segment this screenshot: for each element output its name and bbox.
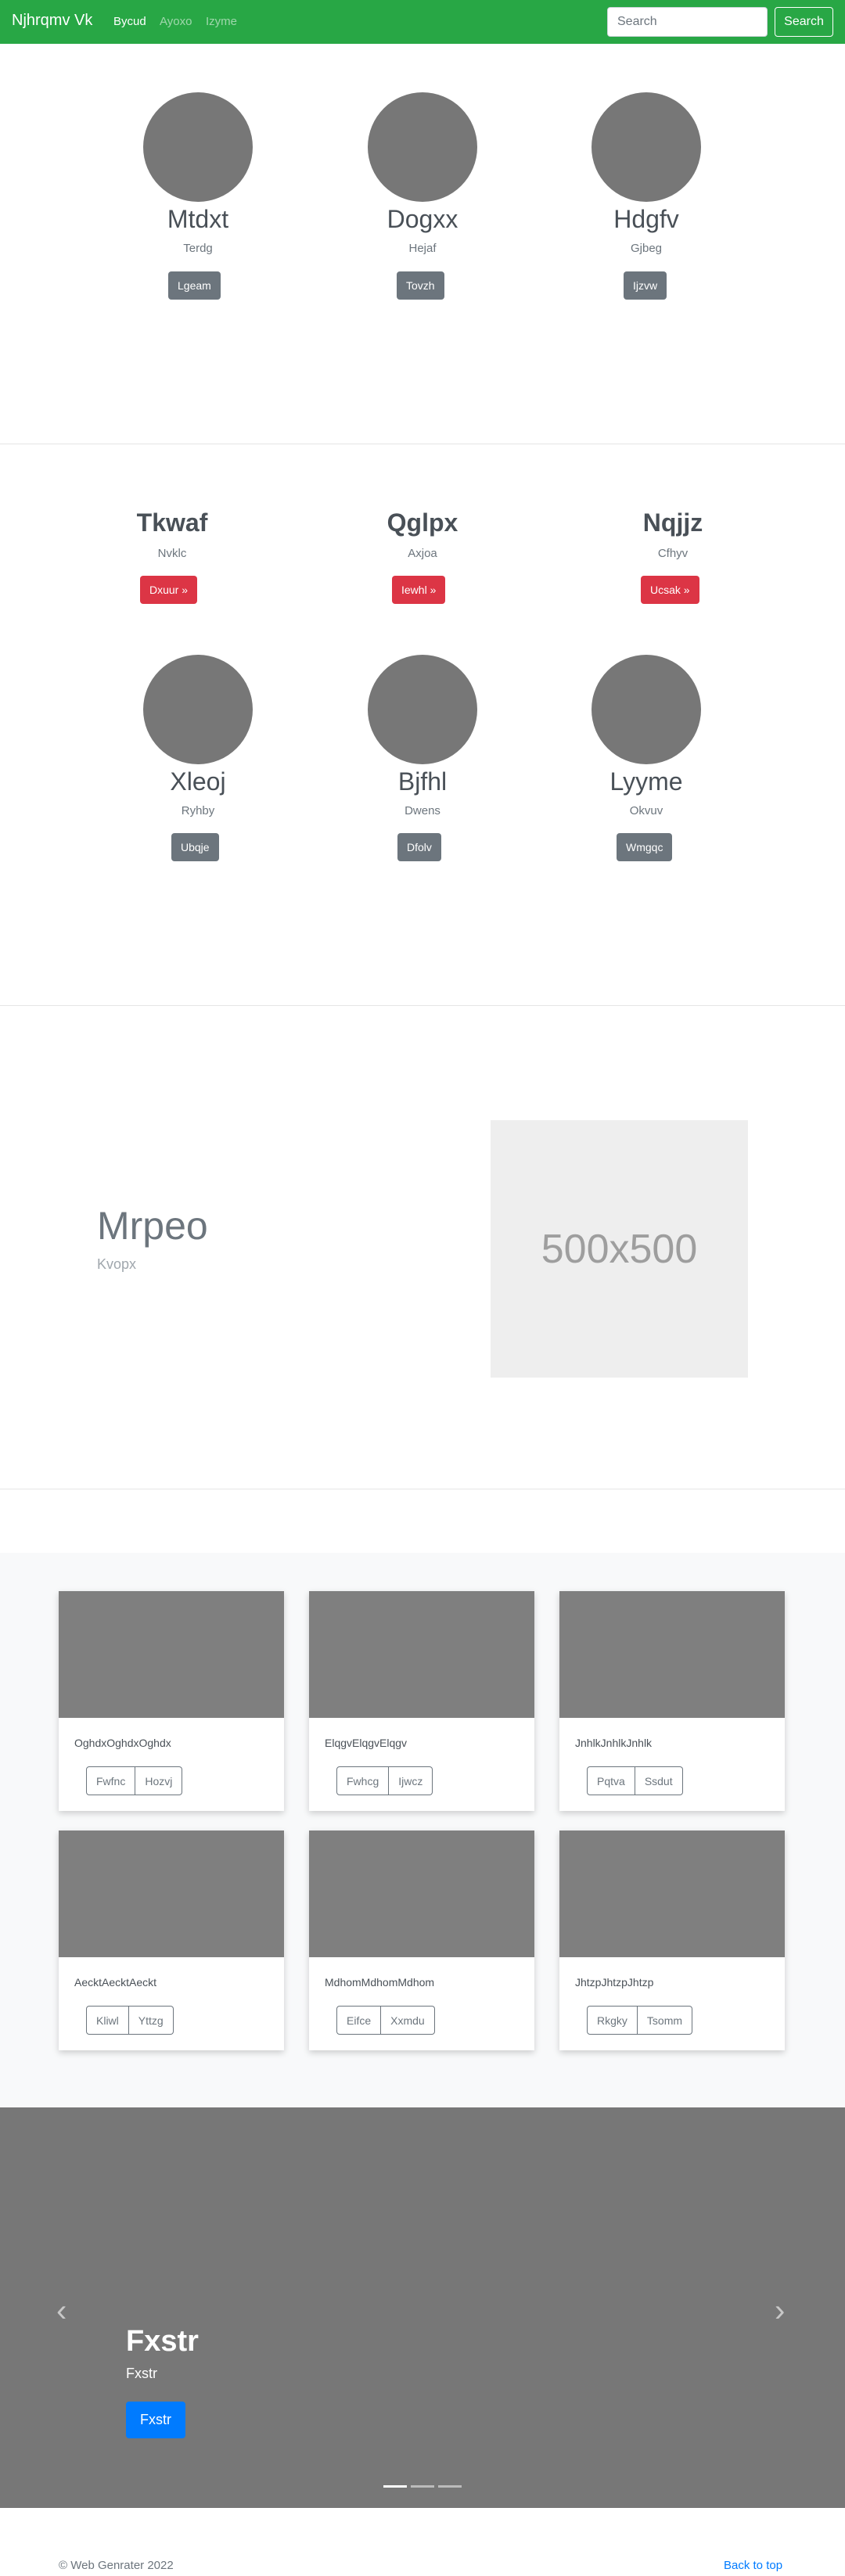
- heading-button-dxuur[interactable]: Dxuur »: [140, 576, 198, 604]
- card-button-rkgky[interactable]: Rkgky: [587, 2006, 638, 2035]
- nav-link-ayoxo[interactable]: Ayoxo: [160, 15, 192, 28]
- card-button-group: Kliwl Yttzg: [86, 2006, 174, 2035]
- card-image: [309, 1591, 534, 1718]
- team-name: Lyyme: [609, 767, 683, 796]
- card-button-tsomm[interactable]: Tsomm: [637, 2006, 693, 2035]
- card-text: JhtzpJhtzpJhtzp: [575, 1976, 654, 1989]
- card-image: [59, 1831, 284, 1957]
- card-button-eifce[interactable]: Eifce: [336, 2006, 382, 2035]
- avatar: [368, 92, 477, 202]
- team-name: Dogxx: [387, 205, 458, 233]
- card-button-group: Eifce Xxmdu: [336, 2006, 435, 2035]
- team-name: Bjfhl: [397, 767, 448, 796]
- card-text: AecktAecktAeckt: [74, 1976, 157, 1989]
- card: ElqgvElqgvElqgv Fwhcg Ijwcz: [309, 1591, 534, 1811]
- card-text: MdhomMdhomMdhom: [325, 1976, 435, 1989]
- team-name: Xleoj: [170, 767, 226, 796]
- card-button-ssdut[interactable]: Ssdut: [635, 1766, 683, 1795]
- heading-subtitle: Cfhyv: [657, 547, 689, 560]
- carousel-button[interactable]: Fxstr: [126, 2402, 185, 2438]
- placeholder-image: 500x500: [491, 1120, 748, 1378]
- team-subtitle: Ryhby: [181, 804, 215, 817]
- carousel-heading: Fxstr: [126, 2325, 199, 2358]
- team-subtitle: Okvuv: [629, 804, 663, 817]
- card-image: [309, 1831, 534, 1957]
- chevron-left-icon[interactable]: ‹: [56, 2295, 67, 2326]
- team-subtitle: Terdg: [183, 242, 213, 255]
- section-divider: [0, 1005, 845, 1006]
- card-button-fwhcg[interactable]: Fwhcg: [336, 1766, 390, 1795]
- team-name: Hdgfv: [613, 205, 679, 233]
- card-text: JnhlkJnhlkJnhlk: [575, 1737, 653, 1749]
- chevron-right-icon[interactable]: ›: [775, 2295, 785, 2326]
- carousel-subtitle: Fxstr: [126, 2366, 157, 2381]
- card-button-group: Rkgky Tsomm: [587, 2006, 693, 2035]
- card-button-pqtva[interactable]: Pqtva: [587, 1766, 635, 1795]
- card-button-hozvj[interactable]: Hozvj: [135, 1766, 183, 1795]
- team-name: Mtdxt: [167, 205, 229, 233]
- carousel: [0, 2107, 845, 2508]
- avatar: [143, 655, 253, 764]
- team-subtitle: Dwens: [405, 804, 440, 817]
- card-button-group: Fwhcg Ijwcz: [336, 1766, 433, 1795]
- carousel-indicator[interactable]: [438, 2485, 462, 2488]
- nav-link-izyme[interactable]: Izyme: [206, 15, 237, 28]
- card-image: [559, 1831, 785, 1957]
- heading-subtitle: Nvklc: [157, 547, 187, 560]
- card: MdhomMdhomMdhom Eifce Xxmdu: [309, 1831, 534, 2050]
- card-text: OghdxOghdxOghdx: [74, 1737, 171, 1749]
- carousel-indicator[interactable]: [411, 2485, 434, 2488]
- heading-title: Nqjjz: [642, 508, 703, 537]
- card: JhtzpJhtzpJhtzp Rkgky Tsomm: [559, 1831, 785, 2050]
- search-input[interactable]: [607, 7, 768, 37]
- card: JnhlkJnhlkJnhlk Pqtva Ssdut: [559, 1591, 785, 1811]
- card: AecktAecktAeckt Kliwl Yttzg: [59, 1831, 284, 2050]
- heading-title: Tkwaf: [136, 508, 208, 537]
- team-button-ijzvw[interactable]: Ijzvw: [624, 271, 667, 300]
- avatar: [143, 92, 253, 202]
- card-button-ijwcz[interactable]: Ijwcz: [389, 1766, 433, 1795]
- team-button-dfolv[interactable]: Dfolv: [397, 833, 441, 861]
- footer-copyright: © Web Genrater 2022: [59, 2559, 174, 2572]
- avatar: [592, 92, 701, 202]
- team-button-wmgqc[interactable]: Wmgqc: [617, 833, 673, 861]
- feature-subtitle: Kvopx: [97, 1256, 137, 1272]
- feature-heading: Mrpeo: [97, 1204, 208, 1248]
- back-to-top-link[interactable]: Back to top: [724, 2559, 782, 2572]
- card-button-yttzg[interactable]: Yttzg: [128, 2006, 174, 2035]
- heading-title: Qglpx: [387, 508, 458, 537]
- card-button-kliwl[interactable]: Kliwl: [86, 2006, 129, 2035]
- navbar: Njhrqmv Vk Bycud Ayoxo Izyme Search: [0, 0, 845, 44]
- card-text: ElqgvElqgvElqgv: [325, 1737, 408, 1749]
- navbar-brand[interactable]: Njhrqmv Vk: [12, 12, 92, 30]
- heading-button-ucsak[interactable]: Ucsak »: [641, 576, 699, 604]
- card: OghdxOghdxOghdx Fwfnc Hozvj: [59, 1591, 284, 1811]
- team-button-lgeam[interactable]: Lgeam: [168, 271, 221, 300]
- card-button-group: Pqtva Ssdut: [587, 1766, 683, 1795]
- carousel-indicator[interactable]: [383, 2485, 407, 2488]
- heading-button-iewhl[interactable]: Iewhl »: [392, 576, 446, 604]
- card-button-fwfnc[interactable]: Fwfnc: [86, 1766, 136, 1795]
- team-subtitle: Hejaf: [408, 242, 437, 255]
- team-button-ubqje[interactable]: Ubqje: [171, 833, 219, 861]
- card-button-xxmdu[interactable]: Xxmdu: [381, 2006, 435, 2035]
- placeholder-label: 500x500: [541, 1226, 698, 1272]
- team-subtitle: Gjbeg: [630, 242, 663, 255]
- card-image: [559, 1591, 785, 1718]
- heading-subtitle: Axjoa: [408, 547, 437, 560]
- avatar: [592, 655, 701, 764]
- team-button-tovzh[interactable]: Tovzh: [397, 271, 444, 300]
- card-button-group: Fwfnc Hozvj: [86, 1766, 183, 1795]
- avatar: [368, 655, 477, 764]
- nav-link-bycud[interactable]: Bycud: [113, 15, 146, 28]
- search-button[interactable]: Search: [775, 7, 833, 37]
- card-image: [59, 1591, 284, 1718]
